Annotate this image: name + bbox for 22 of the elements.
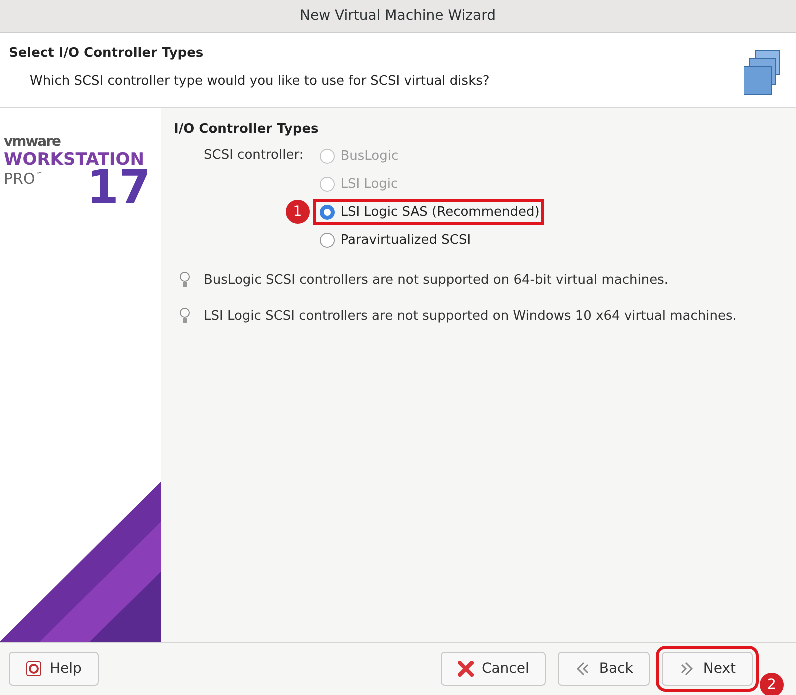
step-badge: 2	[760, 673, 784, 695]
edition-label: PRO$^{™}$	[4, 170, 44, 188]
page-subtitle: Which SCSI controller type would you like to use for SCSI virtual disks?	[30, 74, 490, 89]
light-bulb-icon	[180, 272, 190, 288]
light-bulb-icon	[180, 308, 190, 324]
step-badge: 1	[286, 200, 310, 224]
close-icon	[458, 661, 474, 677]
info-note: LSI Logic SCSI controllers are not supported on Windows 10 x64 virtual machines.	[204, 308, 737, 324]
back-button[interactable]: Back	[558, 652, 650, 686]
field-label: SCSI controller:	[204, 147, 304, 165]
next-arrow-icon	[679, 661, 696, 677]
help-button[interactable]: Help	[9, 652, 99, 686]
radio-option[interactable]: Paravirtualized SCSI	[320, 232, 472, 248]
radio-option[interactable]: LSI Logic SAS (Recommended)	[320, 204, 540, 220]
vendor-logo: vmware	[4, 134, 62, 150]
group-title: I/O Controller Types	[174, 122, 320, 137]
back-arrow-icon	[575, 661, 592, 677]
help-icon	[26, 661, 42, 677]
info-note: BusLogic SCSI controllers are not supported on 64-bit virtual machines.	[204, 272, 669, 288]
page-title: Select I/O Controller Types	[9, 46, 205, 61]
window-title: New Virtual Machine Wizard	[300, 8, 496, 24]
cancel-button[interactable]: Cancel	[440, 652, 546, 686]
